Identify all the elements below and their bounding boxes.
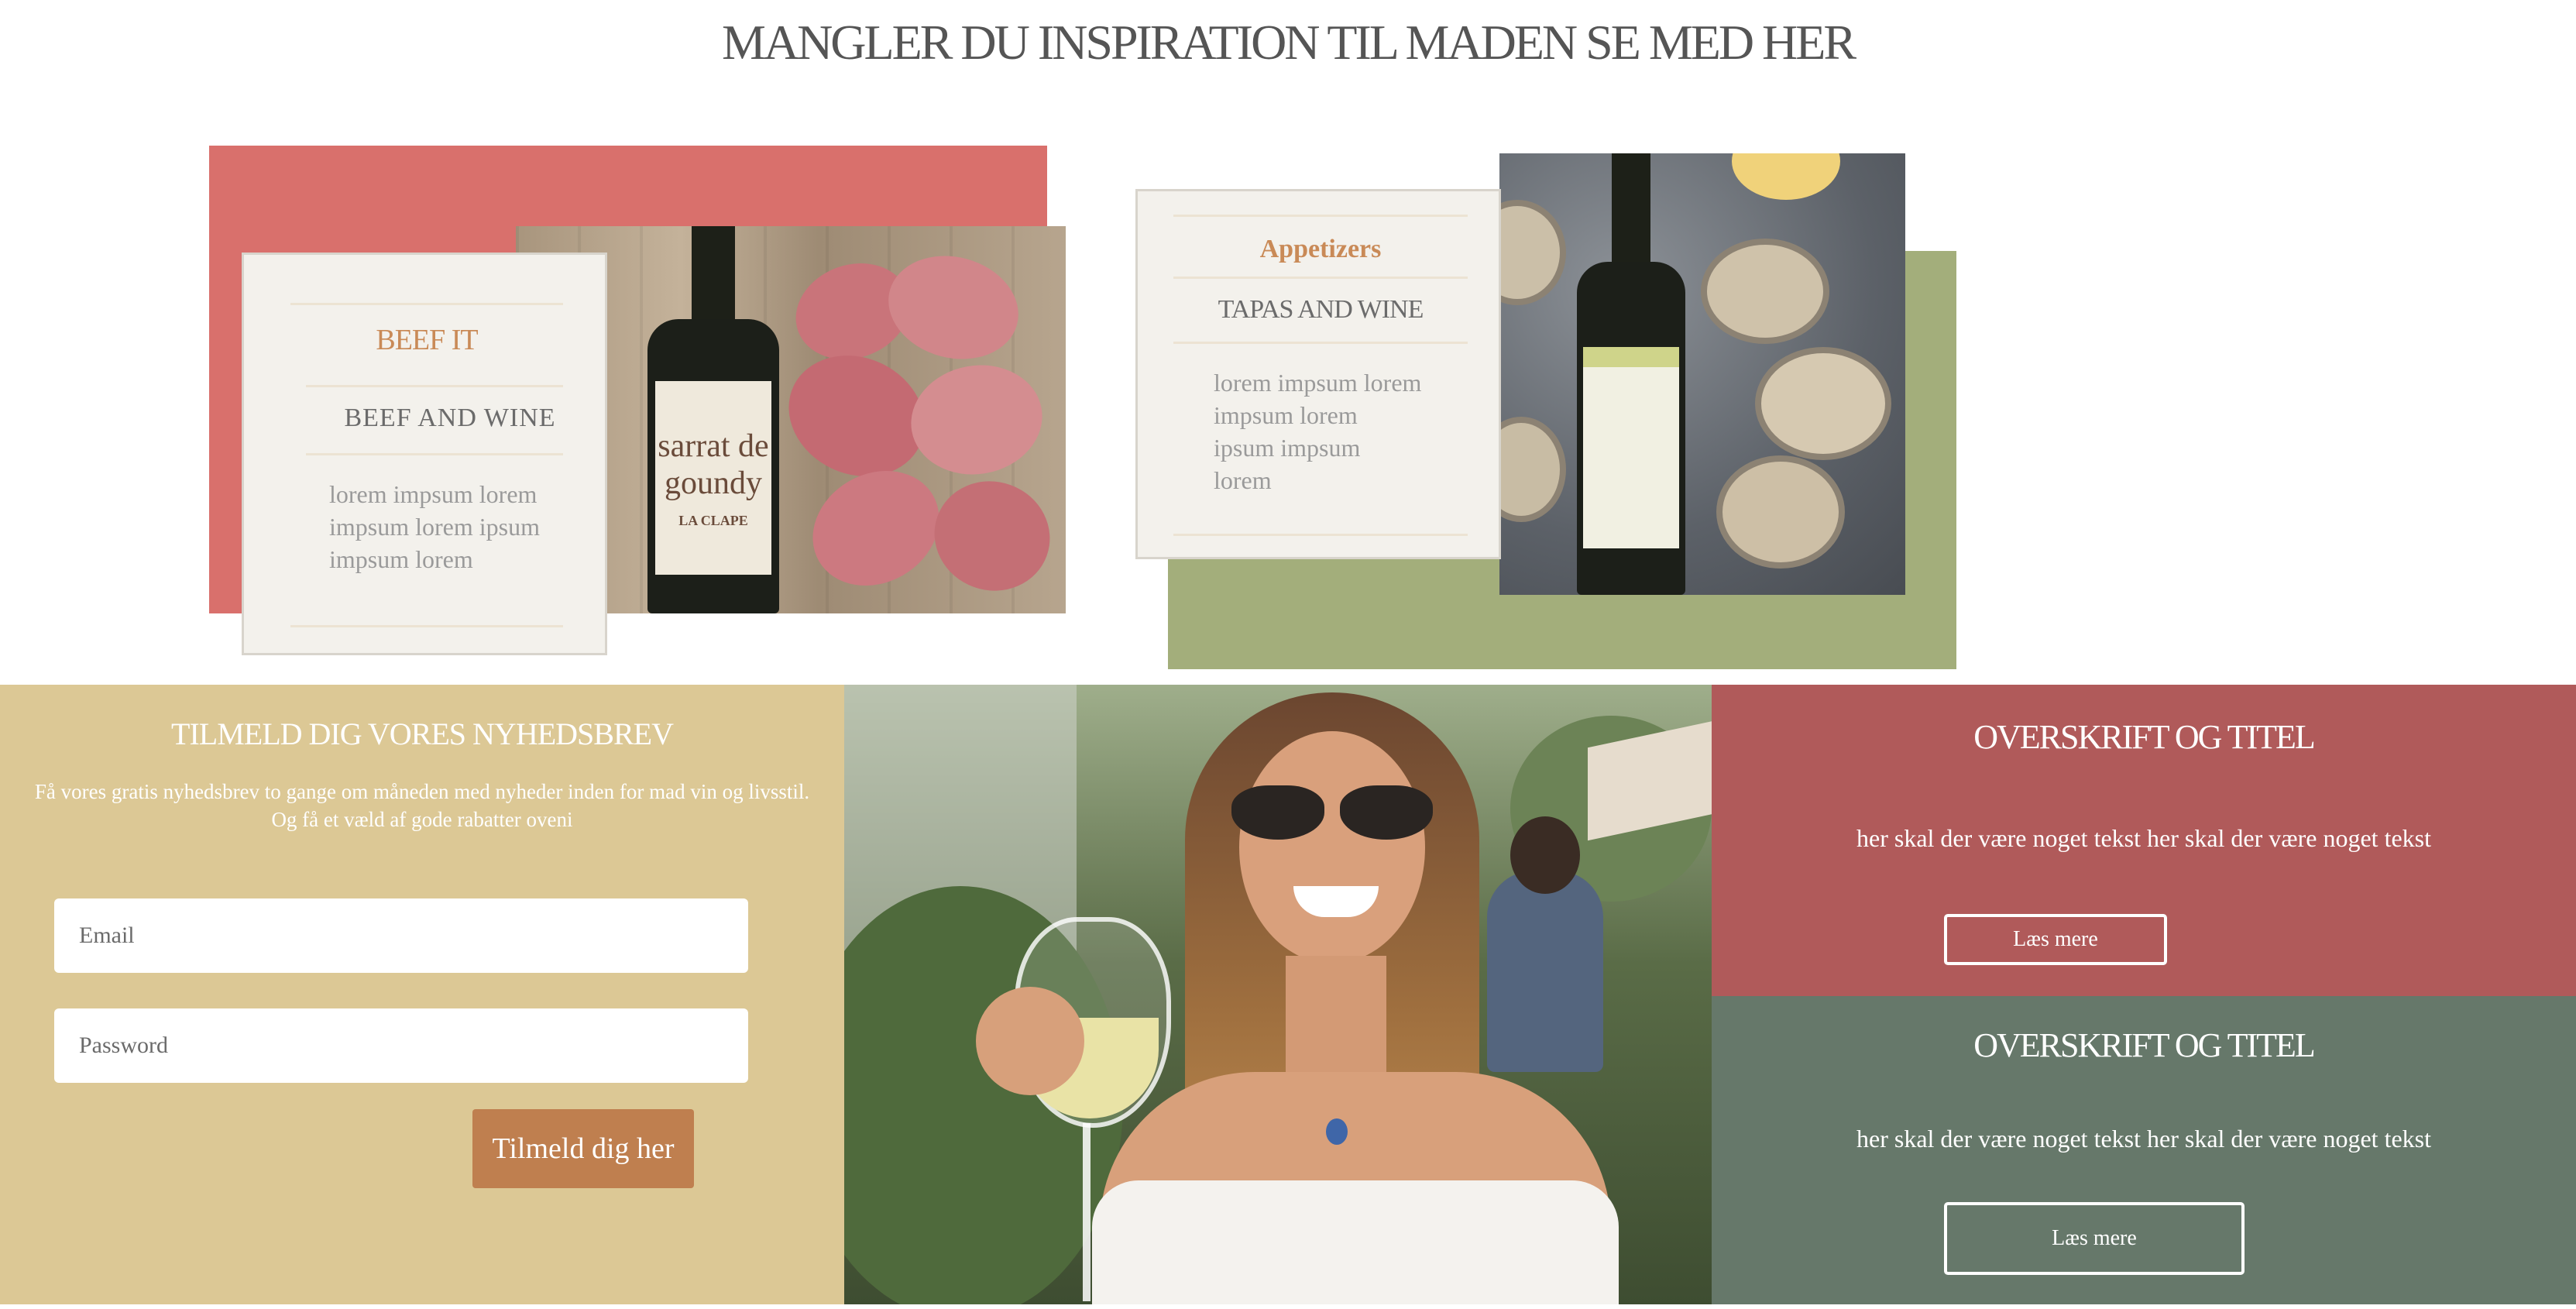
newsletter-title: TILMELD DIG VORES NYHEDSBREV [171, 716, 674, 751]
recipe-card-tapas[interactable]: Appetizers TAPAS AND WINE lorem impsum l… [1135, 153, 1956, 672]
card-tag: BEEF IT [376, 324, 478, 356]
bottle-label-line: goundy [665, 466, 762, 501]
card-text-panel: Appetizers TAPAS AND WINE lorem impsum l… [1135, 189, 1501, 559]
recipe-card-beef[interactable]: sarrat de goundy LA CLAPE BEEF IT BEEF A… [209, 146, 1069, 669]
read-more-button[interactable]: Læs mere [1944, 1202, 2245, 1275]
card-tag: Appetizers [1259, 235, 1382, 263]
tapas-wine-image [1499, 153, 1905, 595]
newsletter-text: Få vores gratis nyhedsbrev to gange om m… [34, 780, 810, 831]
email-field[interactable] [54, 898, 748, 973]
card-heading: BEEF AND WINE [344, 404, 556, 432]
bottle-label-line: sarrat de [658, 428, 769, 464]
promo-title: OVERSKRIFT OG TITEL [1973, 718, 2316, 756]
newsletter-submit-button[interactable]: Tilmeld dig her [472, 1109, 694, 1188]
card-body: lorem impsum lorem impsum lorem ipsum im… [329, 480, 540, 573]
wine-bottle-icon [1577, 153, 1685, 595]
card-body: lorem impsum lorem impsum lorem ipsum im… [1214, 369, 1422, 494]
read-more-button[interactable]: Læs mere [1944, 914, 2167, 965]
promo-section-2: OVERSKRIFT OG TITEL her skal der være no… [1712, 996, 2576, 1304]
woman-with-wine-photo [844, 685, 1712, 1304]
card-heading: TAPAS AND WINE [1218, 295, 1424, 324]
wine-glass-icon [1007, 917, 1171, 1304]
newsletter-section: TILMELD DIG VORES NYHEDSBREV Få vores gr… [0, 685, 844, 1304]
wine-bottle-icon: sarrat de goundy LA CLAPE [647, 226, 779, 613]
card-text-panel: BEEF IT BEEF AND WINE lorem impsum lorem… [242, 253, 607, 655]
password-field[interactable] [54, 1008, 748, 1083]
promo-section-1: OVERSKRIFT OG TITEL her skal der være no… [1712, 685, 2576, 996]
promo-text: her skal der være noget tekst her skal d… [1856, 1125, 2431, 1153]
page-title: MANGLER DU INSPIRATION TIL MADEN SE MED … [721, 15, 1856, 70]
promo-title: OVERSKRIFT OG TITEL [1973, 1026, 2316, 1064]
bottle-label-line: LA CLAPE [678, 513, 748, 528]
promo-text: her skal der være noget tekst her skal d… [1856, 824, 2431, 852]
